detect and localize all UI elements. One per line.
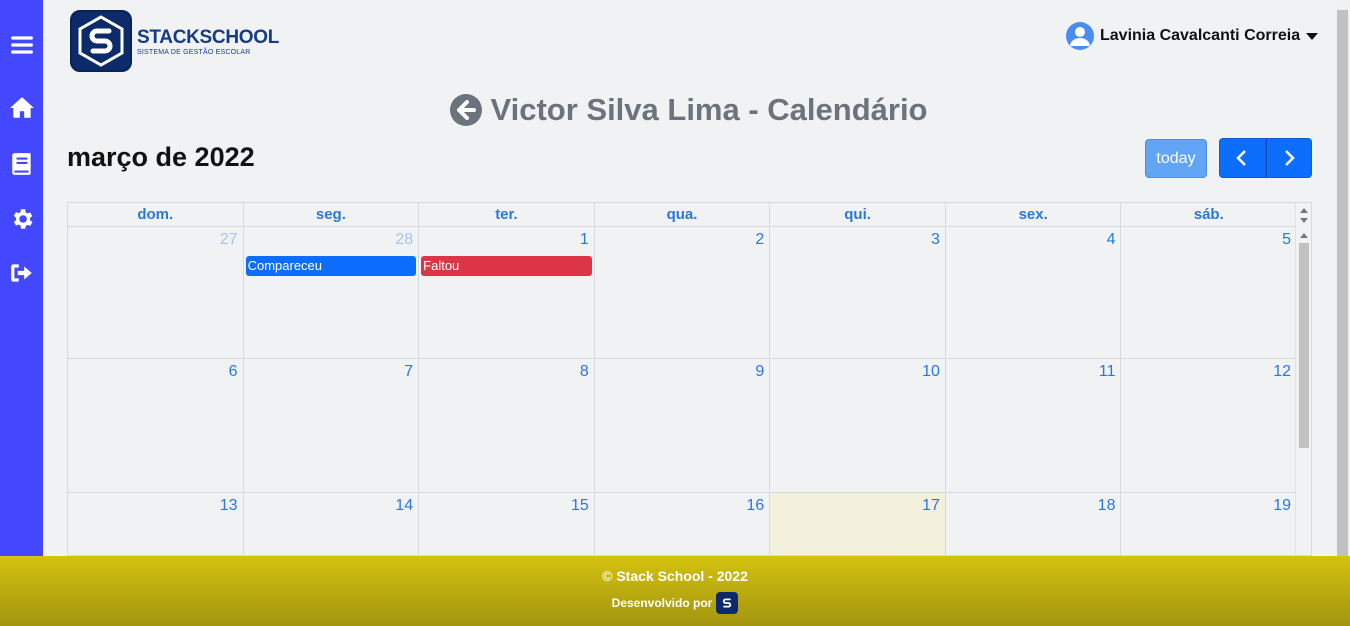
logout-icon[interactable]: [8, 259, 36, 287]
user-avatar-icon: [1066, 22, 1094, 50]
calendar-weekday-header: dom. seg. ter. qua. qui. sex. sáb.: [68, 203, 1296, 227]
logo-title: STACKSCHOOL: [137, 26, 280, 48]
logo-mark: [70, 10, 132, 72]
calendar-day-cell[interactable]: 10: [770, 359, 946, 492]
weekday-label: qui.: [770, 203, 946, 226]
calendar-day-cell[interactable]: 3: [770, 227, 946, 358]
day-number[interactable]: 7: [404, 363, 413, 381]
weekday-label: seg.: [244, 203, 420, 226]
today-button[interactable]: today: [1145, 139, 1207, 178]
day-number[interactable]: 28: [395, 231, 413, 249]
user-name: Lavinia Cavalcanti Correia: [1100, 27, 1301, 44]
weekday-label: dom.: [68, 203, 244, 226]
day-number[interactable]: 15: [571, 497, 589, 515]
calendar-day-cell[interactable]: 14: [244, 493, 420, 555]
day-number[interactable]: 19: [1273, 497, 1291, 515]
chevron-left-icon: [1236, 150, 1247, 166]
day-number[interactable]: 17: [922, 497, 940, 515]
scroll-down-arrow-icon[interactable]: [1300, 218, 1308, 223]
scroll-up-arrow-icon[interactable]: [1300, 208, 1308, 213]
day-number[interactable]: 11: [1099, 363, 1116, 381]
calendar-day-cell[interactable]: 1 Faltou: [419, 227, 595, 358]
calendar-day-cell[interactable]: 12: [1121, 359, 1296, 492]
day-number[interactable]: 8: [580, 363, 589, 381]
user-menu[interactable]: Lavinia Cavalcanti Correia: [1066, 22, 1319, 50]
footer-copyright: © Stack School - 2022: [602, 568, 748, 584]
calendar-day-cell-today[interactable]: 17: [770, 493, 946, 555]
page-scrollbar[interactable]: [1335, 0, 1350, 556]
footer-developed-text: Desenvolvido por: [611, 596, 713, 610]
weekday-label: sáb.: [1193, 206, 1224, 223]
weekday-label: sex.: [946, 203, 1122, 226]
calendar-week-row: 13 14 15 16 17 18 19: [68, 493, 1296, 555]
day-number[interactable]: 12: [1273, 363, 1291, 381]
prev-month-button[interactable]: [1219, 138, 1266, 178]
calendar-day-cell[interactable]: 15: [419, 493, 595, 555]
calendar-day-cell[interactable]: 16: [595, 493, 771, 555]
day-number[interactable]: 2: [755, 231, 764, 249]
calendar-body: 27 28 Compareceu 1 Faltou 2 3 4 5 6 7 8 9 10 11 12 13 14 1…: [68, 227, 1296, 555]
chevron-right-icon: [1284, 150, 1295, 166]
page-scroll-thumb[interactable]: [1337, 10, 1348, 556]
logo-text: STACKSCHOOL SISTEMA DE GESTÃO ESCOLAR: [137, 27, 279, 56]
day-number[interactable]: 14: [395, 497, 413, 515]
back-arrow-icon[interactable]: [450, 94, 483, 126]
page-title-text: Victor Silva Lima - Calendário: [490, 92, 928, 127]
calendar-day-cell[interactable]: 11: [946, 359, 1122, 492]
calendar-event[interactable]: Faltou: [421, 256, 592, 276]
day-number[interactable]: 18: [1098, 497, 1116, 515]
calendar-day-cell[interactable]: 2: [595, 227, 771, 358]
calendar-month-title: março de 2022: [67, 142, 255, 172]
day-number[interactable]: 4: [1107, 231, 1116, 249]
book-icon[interactable]: [8, 150, 36, 178]
sidebar: [0, 0, 43, 556]
calendar-event[interactable]: Compareceu: [245, 256, 417, 276]
next-month-button[interactable]: [1265, 138, 1312, 178]
calendar-grid: dom. seg. ter. qua. qui. sex. sáb. 27 28 C…: [67, 202, 1312, 556]
day-number[interactable]: 13: [220, 497, 238, 515]
calendar-day-cell[interactable]: 7: [244, 359, 420, 492]
calendar-day-cell[interactable]: 4: [946, 227, 1122, 358]
logo-subtitle: SISTEMA DE GESTÃO ESCOLAR: [137, 48, 251, 56]
day-number[interactable]: 3: [931, 231, 940, 249]
calendar-day-cell[interactable]: 28 Compareceu: [244, 227, 420, 358]
calendar-scrollbar[interactable]: [1295, 203, 1311, 555]
day-number[interactable]: 10: [922, 363, 940, 381]
calendar-day-cell[interactable]: 5: [1121, 227, 1296, 358]
calendar-day-cell[interactable]: 9: [595, 359, 771, 492]
footer-developed-by: Desenvolvido por: [0, 592, 1350, 614]
weekday-label: ter.: [419, 203, 595, 226]
day-number[interactable]: 6: [229, 363, 238, 381]
calendar-scroll-thumb[interactable]: [1299, 243, 1309, 448]
day-number[interactable]: 1: [580, 231, 589, 249]
calendar-day-cell[interactable]: 6: [68, 359, 244, 492]
caret-down-icon: [1306, 32, 1319, 40]
calendar-day-cell[interactable]: 19: [1121, 493, 1296, 555]
weekday-label: qua.: [595, 203, 771, 226]
footer: © Stack School - 2022 Desenvolvido por: [0, 556, 1350, 626]
day-number[interactable]: 9: [755, 363, 764, 381]
page-title: Victor Silva Lima - Calendário: [0, 92, 1350, 128]
calendar-day-cell[interactable]: 18: [946, 493, 1122, 555]
calendar-nav: [1219, 138, 1312, 178]
menu-icon[interactable]: [8, 31, 36, 59]
calendar-day-cell[interactable]: 27: [68, 227, 244, 358]
stackschool-logo-icon[interactable]: [716, 592, 739, 614]
gear-icon[interactable]: [8, 205, 36, 233]
calendar-week-row: 6 7 8 9 10 11 12: [68, 359, 1296, 493]
calendar-week-row: 27 28 Compareceu 1 Faltou 2 3 4 5: [68, 227, 1296, 359]
calendar-day-cell[interactable]: 8: [419, 359, 595, 492]
day-number[interactable]: 5: [1282, 231, 1291, 249]
day-number[interactable]: 16: [747, 497, 765, 515]
calendar-day-cell[interactable]: 13: [68, 493, 244, 555]
scroll-up-arrow-icon[interactable]: [1300, 233, 1308, 238]
day-number[interactable]: 27: [220, 231, 238, 249]
app-logo[interactable]: STACKSCHOOL SISTEMA DE GESTÃO ESCOLAR: [70, 10, 279, 72]
